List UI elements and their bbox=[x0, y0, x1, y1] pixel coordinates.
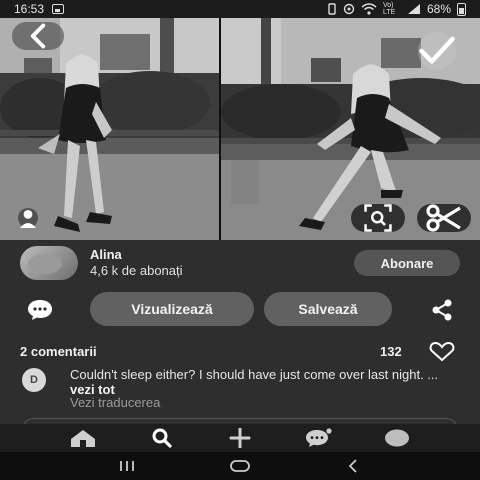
signal-icon bbox=[407, 4, 420, 14]
battery-percent: 68% bbox=[426, 2, 451, 16]
recents-button[interactable] bbox=[107, 454, 147, 478]
bottom-nav bbox=[0, 424, 480, 452]
like-button[interactable] bbox=[428, 341, 456, 362]
follow-button[interactable]: Abonare bbox=[354, 250, 460, 276]
visual-search-icon bbox=[364, 204, 392, 232]
pin-photo-right[interactable] bbox=[221, 18, 480, 240]
back-system-button[interactable] bbox=[333, 454, 373, 478]
checkmark-icon bbox=[419, 36, 455, 64]
share-button[interactable] bbox=[428, 298, 456, 322]
photo-left-illustration bbox=[0, 18, 219, 240]
scissors-icon bbox=[426, 204, 461, 232]
comment-content: Couldn't sleep either? I should have jus… bbox=[70, 367, 439, 382]
profile-icon bbox=[384, 429, 409, 447]
back-button[interactable] bbox=[12, 22, 64, 50]
comments-section: 2 comentarii 132 D Couldn't sleep either… bbox=[0, 340, 480, 430]
pin-photo-left[interactable] bbox=[0, 18, 219, 240]
comment-text[interactable]: Couldn't sleep either? I should have jus… bbox=[70, 367, 440, 397]
creator-row: Alina 4,6 k de abonați Abonare bbox=[0, 240, 480, 286]
commenter-avatar[interactable]: D bbox=[22, 368, 46, 392]
creator-name[interactable]: Alina bbox=[90, 247, 183, 263]
wifi-icon bbox=[361, 3, 377, 15]
search-icon bbox=[152, 428, 172, 448]
status-bar: 16:53 Vo) LTE 68% bbox=[0, 0, 480, 18]
home-circle-icon bbox=[230, 460, 250, 472]
heart-icon bbox=[429, 341, 455, 362]
system-nav bbox=[0, 452, 480, 480]
vibrate-icon bbox=[328, 3, 336, 15]
nav-home[interactable] bbox=[63, 425, 103, 451]
visual-search-button[interactable] bbox=[351, 204, 405, 232]
comment-button[interactable] bbox=[26, 298, 54, 322]
save-button[interactable]: Salvează bbox=[264, 292, 392, 326]
nav-create[interactable] bbox=[220, 425, 260, 451]
location-icon bbox=[343, 3, 355, 15]
battery-icon bbox=[457, 2, 466, 16]
nav-profile[interactable] bbox=[377, 425, 417, 451]
comment-bubble-icon bbox=[28, 300, 52, 320]
nav-search[interactable] bbox=[142, 425, 182, 451]
action-row: Vizualizează Salvează bbox=[0, 290, 480, 330]
image-icon bbox=[52, 4, 65, 14]
plus-icon bbox=[229, 428, 251, 448]
select-button[interactable] bbox=[418, 32, 456, 70]
home-system-button[interactable] bbox=[220, 454, 260, 478]
like-count: 132 bbox=[380, 344, 402, 359]
home-icon bbox=[71, 430, 96, 447]
view-button[interactable]: Vizualizează bbox=[90, 292, 254, 326]
profile-icon bbox=[20, 210, 36, 228]
comments-count: 2 comentarii bbox=[20, 344, 97, 359]
creator-avatar[interactable] bbox=[20, 246, 78, 280]
recents-icon bbox=[119, 461, 134, 471]
creator-info[interactable]: Alina 4,6 k de abonați bbox=[90, 247, 183, 279]
back-arrow-icon bbox=[30, 23, 46, 49]
messages-icon bbox=[306, 428, 332, 447]
share-icon bbox=[432, 299, 452, 321]
translate-link[interactable]: Vezi traducerea bbox=[70, 395, 160, 410]
cutout-button[interactable] bbox=[417, 204, 471, 232]
back-chevron-icon bbox=[349, 459, 357, 473]
creator-followers: 4,6 k de abonați bbox=[90, 263, 183, 278]
status-time: 16:53 bbox=[14, 2, 45, 16]
pin-image[interactable] bbox=[0, 18, 480, 240]
network-label: Vo) LTE bbox=[382, 2, 396, 16]
attribution-button[interactable] bbox=[18, 208, 38, 228]
nav-messages[interactable] bbox=[298, 425, 338, 451]
